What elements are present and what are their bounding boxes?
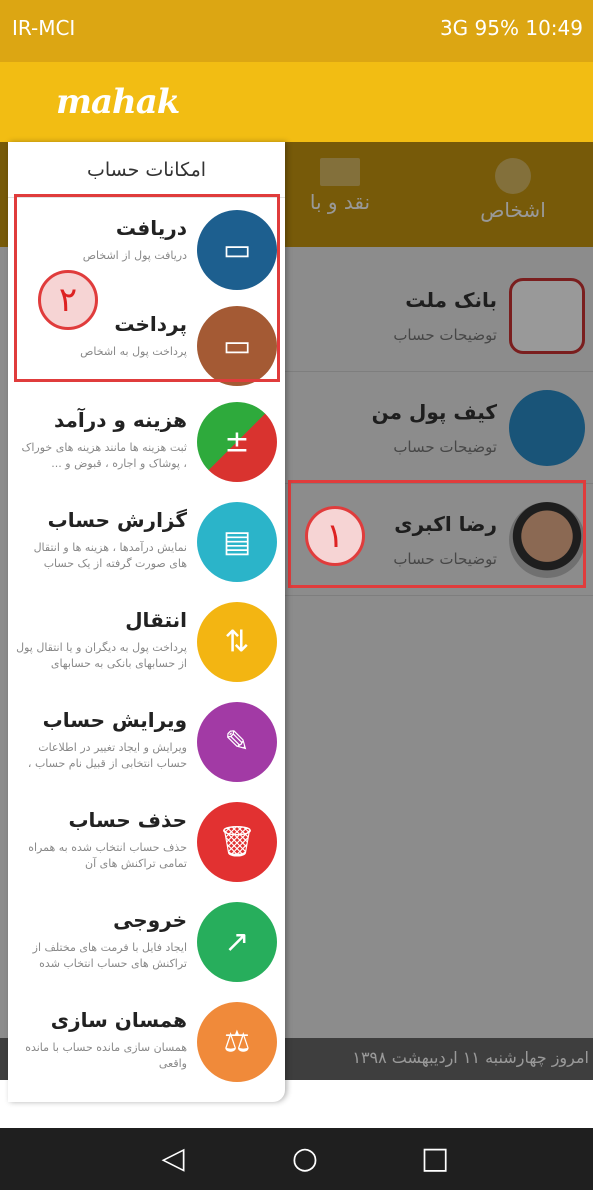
menu-item-title: ویرایش حساب — [42, 708, 187, 732]
menu-item-subtitle: حذف حساب انتخاب شده به همراه تمامی تراکن… — [28, 841, 187, 870]
status-bar: IR-MCI 3G 95% 10:49 — [0, 0, 593, 62]
menu-item-edit[interactable]: ✎ ویرایش حساب ویرایش و ایجاد تغییر در اط… — [8, 690, 285, 790]
menu-item-subtitle: پرداخت پول به دیگران و یا انتقال پول از … — [16, 641, 187, 670]
recents-icon[interactable]: □ — [414, 1138, 456, 1180]
menu-item-report[interactable]: ▤ گزارش حساب نمایش درآمدها ، هزینه ها و … — [8, 490, 285, 590]
report-icon: ▤ — [197, 502, 277, 582]
app-logo: mahak — [56, 82, 180, 122]
menu-item-title: هزینه و درآمد — [53, 408, 187, 432]
balance-icon: ⚖ — [197, 1002, 277, 1082]
app-bar: mahak — [0, 62, 593, 142]
menu-item-title: خروجی — [113, 908, 187, 932]
time-label: 10:49 — [525, 16, 583, 40]
drawer-title: امکانات حساب — [8, 142, 285, 198]
menu-item-title: گزارش حساب — [47, 508, 187, 532]
menu-item-title: انتقال — [125, 608, 187, 632]
menu-item-transfer[interactable]: ⇅ انتقال پرداخت پول به دیگران و یا انتقا… — [8, 590, 285, 690]
menu-item-export[interactable]: ↗ خروجی ایجاد فایل با فرمت های مختلف از … — [8, 890, 285, 990]
income-expense-icon: ± — [197, 402, 277, 482]
annotation-number-2: ۲ — [38, 270, 98, 330]
menu-item-subtitle: ثبت هزینه ها مانند هزینه های خوراک ، پوش… — [21, 441, 187, 470]
battery-label: 95% — [474, 16, 519, 40]
menu-item-title: همسان سازی — [50, 1008, 187, 1032]
home-icon[interactable]: ○ — [284, 1138, 326, 1180]
menu-item-reconcile[interactable]: ⚖ همسان سازی همسان سازی مانده حساب با ما… — [8, 990, 285, 1082]
back-icon[interactable]: ◁ — [152, 1138, 194, 1180]
menu-item-subtitle: نمایش درآمدها ، هزینه ها و انتقال های صو… — [33, 541, 187, 570]
annotation-number-1: ۱ — [305, 506, 365, 566]
status-right: 3G 95% 10:49 — [440, 16, 583, 40]
menu-item-subtitle: ایجاد فایل با فرمت های مختلف از تراکنش ه… — [32, 941, 187, 970]
edit-icon: ✎ — [197, 702, 277, 782]
menu-item-subtitle: همسان سازی مانده حساب با مانده واقعی — [25, 1041, 187, 1070]
menu-item-income-expense[interactable]: ± هزینه و درآمد ثبت هزینه ها مانند هزینه… — [8, 390, 285, 490]
transfer-icon: ⇅ — [197, 602, 277, 682]
menu-item-delete[interactable]: 🗑 حذف حساب حذف حساب انتخاب شده به همراه … — [8, 790, 285, 890]
menu-item-subtitle: ویرایش و ایجاد تغییر در اطلاعات حساب انت… — [27, 741, 187, 770]
carrier-label: IR-MCI — [12, 16, 76, 40]
signal-label: 3G — [439, 16, 469, 40]
system-nav-bar: ◁ ○ □ — [0, 1128, 593, 1190]
trash-icon: 🗑 — [197, 802, 277, 882]
menu-item-title: حذف حساب — [68, 808, 187, 832]
export-icon: ↗ — [197, 902, 277, 982]
